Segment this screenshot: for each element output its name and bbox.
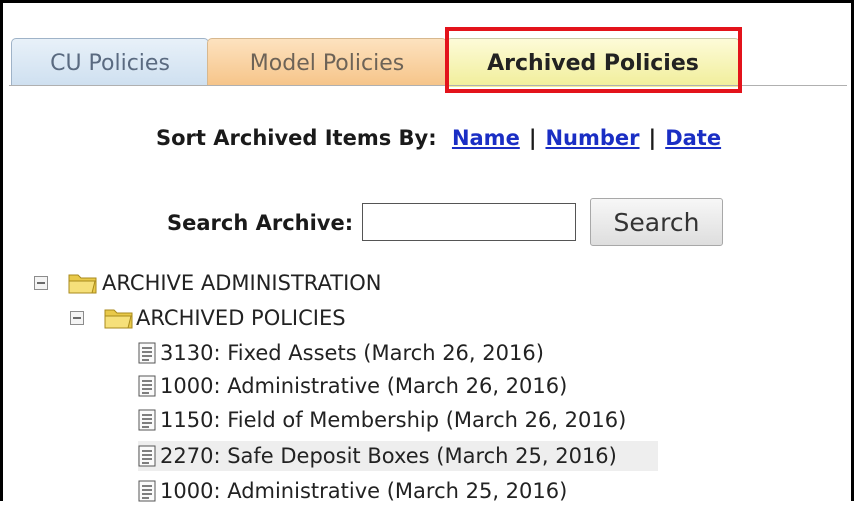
- document-icon: [138, 342, 156, 364]
- collapse-icon[interactable]: [34, 276, 48, 290]
- tree-item-label: 1150: Field of Membership (March 26, 201…: [160, 408, 627, 432]
- tree-node-label: ARCHIVED POLICIES: [136, 306, 346, 330]
- separator: |: [528, 126, 537, 150]
- tab-archived-policies[interactable]: Archived Policies: [446, 38, 740, 87]
- tab-cu-policies[interactable]: CU Policies: [11, 38, 209, 85]
- sort-label: Sort Archived Items By:: [156, 126, 437, 150]
- tab-bar: CU Policies Model Policies Archived Poli…: [9, 38, 847, 87]
- tree-node-root[interactable]: ARCHIVE ADMINISTRATION: [34, 268, 434, 298]
- tree-item[interactable]: 1000: Administrative (March 26, 2016): [138, 371, 598, 401]
- folder-open-icon: [68, 274, 97, 294]
- document-icon: [138, 445, 156, 467]
- sort-by-name-link[interactable]: Name: [452, 126, 520, 150]
- collapse-icon[interactable]: [70, 311, 84, 325]
- sort-by-number-link[interactable]: Number: [545, 126, 639, 150]
- tree-item-label: 1000: Administrative (March 26, 2016): [160, 374, 568, 398]
- sort-by-date-link[interactable]: Date: [665, 126, 721, 150]
- tree-item[interactable]: 3130: Fixed Assets (March 26, 2016): [138, 338, 598, 368]
- tree-item-label: 2270: Safe Deposit Boxes (March 25, 2016…: [160, 444, 617, 468]
- document-icon: [138, 409, 156, 431]
- search-label: Search Archive:: [167, 211, 354, 235]
- tree-item[interactable]: 1150: Field of Membership (March 26, 201…: [138, 405, 668, 435]
- search-button[interactable]: Search: [590, 198, 723, 246]
- search-archive-input[interactable]: [362, 203, 576, 241]
- folder-open-icon: [104, 309, 133, 329]
- document-icon: [138, 480, 156, 502]
- tab-divider: [9, 85, 847, 86]
- tree-node-folder[interactable]: ARCHIVED POLICIES: [70, 303, 470, 333]
- tree-item-label: 1000: Administrative (March 25, 2016): [160, 479, 568, 503]
- document-icon: [138, 375, 156, 397]
- tree-item[interactable]: 2270: Safe Deposit Boxes (March 25, 2016…: [138, 441, 658, 471]
- tree-item-label: 3130: Fixed Assets (March 26, 2016): [160, 341, 544, 365]
- tree-item[interactable]: 1000: Administrative (March 25, 2016): [138, 476, 598, 506]
- separator: |: [648, 126, 657, 150]
- tab-model-policies[interactable]: Model Policies: [207, 38, 447, 85]
- tree-node-label: ARCHIVE ADMINISTRATION: [102, 271, 382, 295]
- sort-row: Sort Archived Items By: Name | Number | Date: [156, 126, 721, 150]
